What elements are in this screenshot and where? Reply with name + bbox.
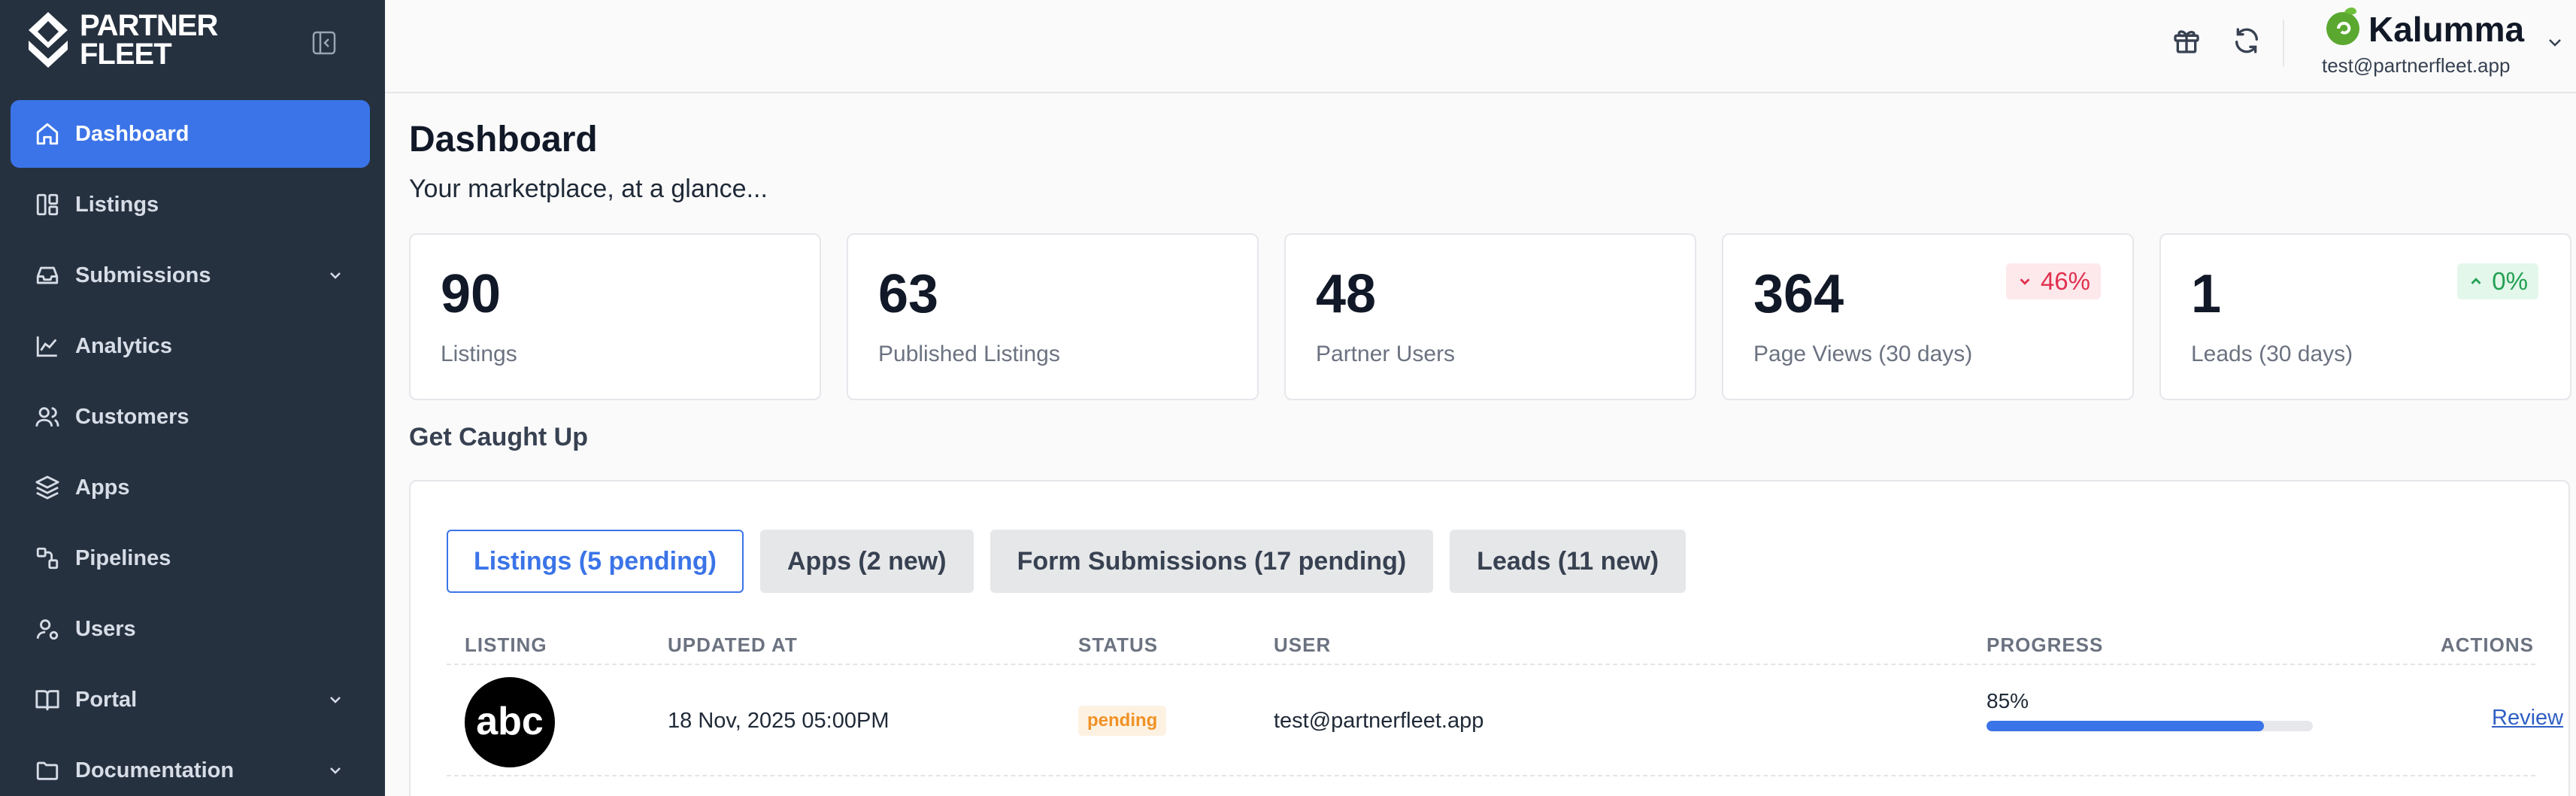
sidebar: PARTNER FLEET Dashboard Listings Submiss…	[0, 0, 385, 796]
user-email: test@partnerfleet.app	[1274, 709, 1484, 733]
chevron-down-icon[interactable]	[2546, 33, 2564, 51]
tab-listings[interactable]: Listings (5 pending)	[447, 530, 744, 593]
review-link[interactable]: Review	[2492, 706, 2563, 731]
inbox-icon	[33, 261, 62, 290]
trend-badge: 46%	[2005, 263, 2101, 299]
stat-value: 63	[878, 264, 939, 324]
refresh-icon[interactable]	[2232, 26, 2262, 56]
brand-line2: FLEET	[80, 38, 172, 71]
stat-label: Partner Users	[1316, 342, 1456, 366]
layers-icon	[33, 473, 62, 502]
user-gear-icon	[33, 615, 62, 643]
abc-logo-icon: abc	[476, 700, 544, 743]
sidebar-item-label: Users	[75, 616, 136, 641]
book-icon	[33, 685, 62, 714]
stat-card-partner-users: 48 Partner Users	[1284, 233, 1696, 400]
stat-label: Listings	[441, 342, 517, 366]
chevron-down-icon	[330, 697, 341, 703]
kalumma-logo-icon	[2326, 8, 2359, 45]
chevron-up-icon	[2471, 278, 2481, 284]
column-header-updated-at: UPDATED AT	[668, 633, 798, 656]
sidebar-item-label: Analytics	[75, 333, 172, 358]
sidebar-item-users[interactable]: Users	[11, 595, 370, 663]
sidebar-item-label: Apps	[75, 475, 130, 500]
caught-up-tabs: Listings (5 pending) Apps (2 new) Form S…	[447, 530, 1702, 593]
page-subtitle: Your marketplace, at a glance...	[409, 175, 768, 203]
tab-leads[interactable]: Leads (11 new)	[1450, 530, 1687, 593]
brand-line1: PARTNER	[80, 9, 218, 42]
stat-card-listings: 90 Listings	[409, 233, 821, 400]
caught-up-panel: Listings (5 pending) Apps (2 new) Form S…	[409, 480, 2570, 796]
stat-label: Published Listings	[878, 342, 1060, 366]
sidebar-item-label: Portal	[75, 687, 138, 712]
stat-card-leads: 1 Leads (30 days) 0%	[2159, 233, 2571, 400]
sidebar-item-portal[interactable]: Portal	[11, 666, 370, 734]
main-content: Dashboard Your marketplace, at a glance.…	[385, 93, 2576, 796]
stat-label: Leads (30 days)	[2191, 342, 2353, 366]
layout-icon	[33, 190, 62, 219]
sidebar-item-label: Submissions	[75, 263, 211, 287]
partnerfleet-logo-icon	[29, 12, 68, 68]
progress-label: 85%	[1987, 689, 2029, 712]
column-header-listing: LISTING	[465, 633, 547, 656]
sidebar-nav: Dashboard Listings Submissions Analytics	[11, 100, 370, 796]
sidebar-item-label: Listings	[75, 192, 159, 217]
sidebar-item-customers[interactable]: Customers	[11, 383, 370, 451]
stat-label: Page Views (30 days)	[1753, 342, 1973, 366]
users-icon	[33, 403, 62, 431]
sidebar-item-apps[interactable]: Apps	[11, 454, 370, 521]
sidebar-item-submissions[interactable]: Submissions	[11, 242, 370, 309]
org-name: Kalumma	[2368, 10, 2525, 49]
stat-value: 48	[1316, 264, 1377, 324]
partnerfleet-logo[interactable]: PARTNER FLEET	[27, 9, 218, 71]
column-header-actions: ACTIONS	[2441, 633, 2534, 656]
trend-value: 0%	[2492, 267, 2528, 295]
updated-at: 18 Nov, 2025 05:00PM	[668, 709, 889, 733]
org-email: test@partnerfleet.app	[2322, 54, 2511, 77]
stat-card-page-views: 364 Page Views (30 days) 46%	[1722, 233, 2134, 400]
chart-line-icon	[33, 332, 62, 360]
column-header-status: STATUS	[1078, 633, 1159, 656]
progress-bar	[1987, 721, 2313, 731]
section-title: Get Caught Up	[409, 423, 588, 451]
stat-value: 90	[441, 264, 502, 324]
status-badge: pending	[1078, 706, 1167, 736]
chevron-down-icon	[2020, 278, 2030, 285]
stat-value: 364	[1753, 264, 1844, 324]
sidebar-item-label: Documentation	[75, 758, 235, 782]
sidebar-item-documentation[interactable]: Documentation	[11, 737, 370, 796]
header-divider	[2283, 20, 2284, 66]
tab-form-submissions[interactable]: Form Submissions (17 pending)	[989, 530, 1434, 593]
brand-wordmark: PARTNER FLEET	[80, 9, 218, 71]
sidebar-item-dashboard[interactable]: Dashboard	[11, 100, 370, 168]
progress-fill	[1987, 721, 2264, 731]
home-icon	[33, 120, 62, 148]
sidebar-item-label: Customers	[75, 404, 189, 429]
column-header-progress: PROGRESS	[1987, 633, 2104, 656]
trend-value: 46%	[2040, 267, 2090, 295]
tab-apps[interactable]: Apps (2 new)	[759, 530, 974, 593]
sidebar-item-pipelines[interactable]: Pipelines	[11, 524, 370, 592]
table-row: abc 18 Nov, 2025 05:00PM pending test@pa…	[447, 667, 2563, 776]
sidebar-item-listings[interactable]: Listings	[11, 171, 370, 238]
trend-badge: 0%	[2457, 263, 2538, 299]
stat-value: 1	[2191, 264, 2222, 324]
listing-logo: abc	[465, 677, 555, 767]
chevron-down-icon	[330, 767, 341, 774]
chevron-down-icon	[330, 272, 341, 279]
gift-icon[interactable]	[2171, 26, 2202, 56]
table-header: LISTING UPDATED AT STATUS USER PROGRESS …	[447, 632, 2535, 665]
column-header-user: USER	[1274, 633, 1332, 656]
page-title: Dashboard	[409, 120, 598, 160]
collapse-sidebar-icon[interactable]	[311, 30, 337, 56]
sidebar-item-label: Pipelines	[75, 545, 171, 570]
stat-card-published-listings: 63 Published Listings	[847, 233, 1259, 400]
sidebar-item-analytics[interactable]: Analytics	[11, 312, 370, 380]
sidebar-item-label: Dashboard	[75, 121, 189, 146]
pipeline-icon	[33, 544, 62, 573]
folder-icon	[33, 756, 62, 785]
abc-logo-text: abc	[476, 700, 544, 743]
